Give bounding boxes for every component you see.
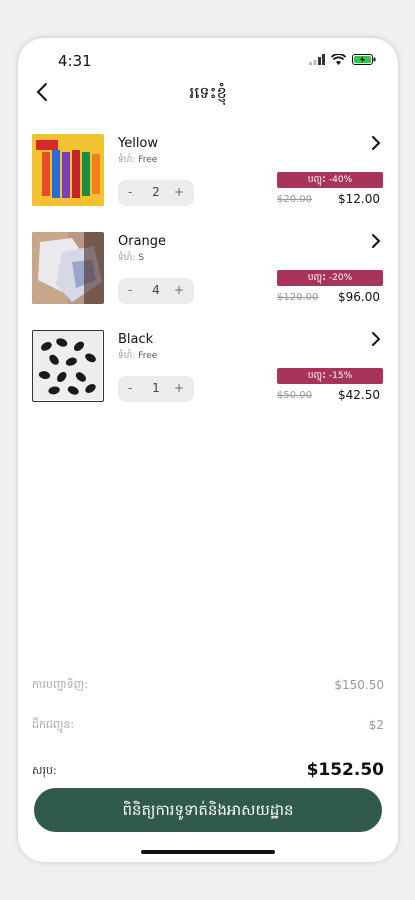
- original-price: $120.00: [277, 292, 319, 303]
- original-price: $20.00: [277, 194, 312, 205]
- item-price: $96.00: [338, 290, 380, 304]
- item-price: $12.00: [338, 192, 380, 206]
- size-value: S: [138, 253, 144, 263]
- home-indicator: [141, 850, 275, 854]
- total-label: សរុប:: [32, 764, 57, 777]
- checkout-button[interactable]: ពិនិត្យការទូទាត់និងអាសយដ្ឋាន: [34, 788, 382, 832]
- delivery-label: ដឹកជញ្ជូន:: [32, 718, 75, 731]
- item-size: ទំហំ: Free: [118, 350, 157, 363]
- cart-item-orange[interactable]: Orange ទំហំ: S - 4 + បញ្ចុះ -20% $120.00…: [18, 232, 398, 312]
- increase-button[interactable]: +: [174, 283, 184, 297]
- item-name: Black: [118, 332, 154, 347]
- quantity-stepper: - 1 +: [118, 376, 194, 402]
- item-name: Orange: [118, 234, 167, 249]
- item-price: $42.50: [338, 388, 380, 402]
- status-time: 4:31: [58, 52, 92, 70]
- cart-item-black[interactable]: Black ទំហំ: Free - 1 + បញ្ចុះ -15% $50.0…: [18, 330, 398, 410]
- product-image: [32, 134, 104, 206]
- item-size: ទំហំ: S: [118, 252, 144, 265]
- size-label: ទំហំ:: [118, 253, 136, 263]
- subtotal-label: ការបញ្ជាទិញ:: [32, 678, 88, 691]
- discount-badge: បញ្ចុះ -20%: [277, 270, 383, 286]
- total-value: $152.50: [306, 760, 384, 780]
- quantity-stepper: - 2 +: [118, 180, 194, 206]
- phone-screen: 4:31 រទេះខ្ញុំ Yellow ទំហំ: Free - 2 + ប…: [18, 38, 398, 862]
- chevron-right-icon[interactable]: [368, 134, 384, 152]
- size-value: Free: [138, 351, 158, 361]
- increase-button[interactable]: +: [174, 185, 184, 199]
- subtotal-value: $150.50: [334, 678, 384, 692]
- signal-icon: [309, 54, 325, 65]
- page-title: រទេះខ្ញុំ: [189, 83, 227, 102]
- size-label: ទំហំ:: [118, 351, 136, 361]
- product-image: [32, 330, 104, 402]
- wifi-icon: [331, 54, 346, 65]
- product-image: [32, 232, 104, 304]
- size-label: ទំហំ:: [118, 155, 136, 165]
- original-price: $50.00: [277, 390, 312, 401]
- quantity-stepper: - 4 +: [118, 278, 194, 304]
- discount-badge: បញ្ចុះ -15%: [277, 368, 383, 384]
- item-size: ទំហំ: Free: [118, 154, 157, 167]
- cart-item-yellow[interactable]: Yellow ទំហំ: Free - 2 + បញ្ចុះ -40% $20.…: [18, 134, 398, 214]
- delivery-value: $2: [368, 718, 384, 732]
- item-name: Yellow: [118, 136, 159, 151]
- status-icons: [309, 54, 376, 65]
- chevron-right-icon[interactable]: [368, 232, 384, 250]
- nav-bar: រទេះខ្ញុំ: [18, 80, 398, 116]
- chevron-right-icon[interactable]: [368, 330, 384, 348]
- battery-icon: [352, 54, 376, 65]
- size-value: Free: [138, 155, 158, 165]
- increase-button[interactable]: +: [174, 381, 184, 395]
- status-bar: 4:31: [18, 38, 398, 78]
- discount-badge: បញ្ចុះ -40%: [277, 172, 383, 188]
